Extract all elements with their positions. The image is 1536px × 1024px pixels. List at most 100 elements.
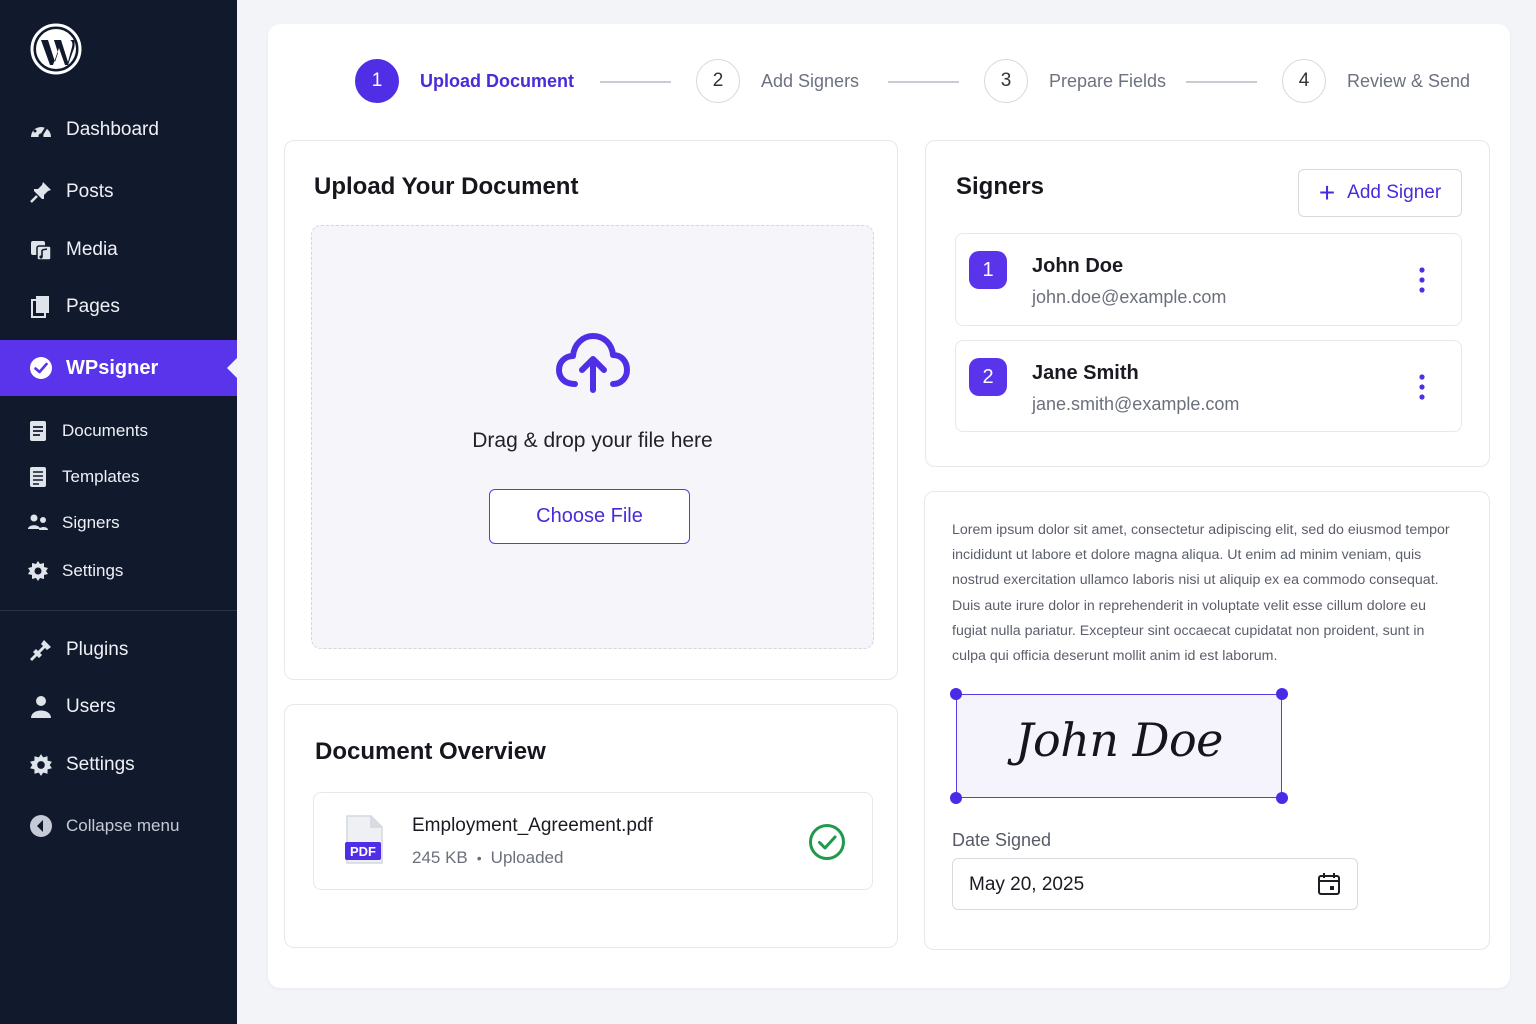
sidebar-divider	[0, 610, 237, 611]
sidebar-item-settings[interactable]: Settings	[0, 750, 237, 780]
step-connector	[1186, 81, 1257, 83]
sidebar-item-label: Plugins	[66, 639, 129, 660]
meta-separator: •	[476, 850, 482, 866]
document-overview-panel: Document Overview PDF Employment_Agreeme…	[284, 704, 898, 948]
collapse-icon	[28, 813, 54, 839]
sidebar-item-label: Media	[66, 239, 118, 260]
sidebar-item-posts[interactable]: Posts	[0, 177, 237, 207]
signature-field[interactable]: John Doe	[950, 688, 1288, 804]
pin-icon	[28, 179, 54, 205]
step-connector	[888, 81, 959, 83]
media-icon	[28, 237, 54, 263]
date-signed-field[interactable]: May 20, 2025	[952, 858, 1358, 910]
add-signer-label: Add Signer	[1347, 182, 1442, 203]
document-preview-panel: Lorem ipsum dolor sit amet, consectetur …	[924, 491, 1490, 950]
add-signer-button[interactable]: + Add Signer	[1298, 169, 1462, 217]
sidebar-item-pages[interactable]: Pages	[0, 292, 237, 322]
step-add-signers[interactable]: 2 Add Signers	[696, 59, 859, 103]
collapse-menu-button[interactable]: Collapse menu	[0, 811, 237, 841]
sidebar-item-users[interactable]: Users	[0, 692, 237, 722]
gear-icon	[28, 752, 54, 778]
users-group-icon	[27, 512, 49, 534]
step-label: Prepare Fields	[1049, 70, 1167, 91]
file-name: Employment_Agreement.pdf	[412, 815, 653, 836]
step-number: 1	[355, 59, 399, 103]
pdf-file-icon: PDF	[345, 815, 383, 864]
signer-name: Jane Smith	[1032, 362, 1139, 384]
plus-icon: +	[1318, 177, 1336, 208]
signer-item[interactable]: 1 John Doe john.doe@example.com	[955, 233, 1462, 326]
sidebar-subitem-templates[interactable]: Templates	[0, 464, 237, 490]
sidebar-item-label: WPsigner	[66, 356, 159, 379]
step-upload-document[interactable]: 1 Upload Document	[355, 59, 574, 103]
sidebar-item-media[interactable]: Media	[0, 235, 237, 265]
date-value: May 20, 2025	[969, 874, 1085, 895]
main-content: 1 Upload Document 2 Add Signers 3 Prepar…	[268, 24, 1510, 988]
upload-title: Upload Your Document	[314, 173, 579, 200]
file-item[interactable]: PDF Employment_Agreement.pdf 245 KB • Up…	[313, 792, 873, 890]
sidebar-item-label: Collapse menu	[66, 816, 180, 835]
sidebar-item-plugins[interactable]: Plugins	[0, 635, 237, 665]
wordpress-logo-icon[interactable]	[30, 23, 82, 75]
sidebar-item-label: Settings	[62, 561, 124, 580]
sidebar-item-label: Posts	[66, 181, 114, 202]
resize-handle[interactable]	[950, 792, 962, 804]
user-icon	[28, 694, 54, 720]
active-indicator	[227, 358, 237, 378]
step-review-send[interactable]: 4 Review & Send	[1282, 59, 1470, 103]
file-dropzone[interactable]: Drag & drop your file here Choose File	[311, 225, 874, 649]
sidebar-item-label: Documents	[62, 421, 148, 440]
signer-order-badge: 2	[969, 358, 1007, 396]
admin-sidebar: Dashboard Posts Media Pages WPsigner Doc…	[0, 0, 237, 1024]
sidebar-subitem-signers[interactable]: Signers	[0, 510, 237, 536]
step-label: Add Signers	[761, 70, 860, 91]
sidebar-item-label: Dashboard	[66, 119, 159, 140]
sidebar-subitem-settings[interactable]: Settings	[0, 558, 237, 584]
file-size: 245 KB	[412, 848, 468, 867]
step-label: Review & Send	[1347, 70, 1471, 91]
signer-order-badge: 1	[969, 251, 1007, 289]
plugin-icon	[28, 637, 54, 663]
signer-email: jane.smith@example.com	[1032, 394, 1240, 414]
signer-item[interactable]: 2 Jane Smith jane.smith@example.com	[955, 340, 1462, 432]
signers-panel: Signers + Add Signer 1 John Doe john.doe…	[925, 140, 1490, 467]
upload-panel: Upload Your Document Drag & drop your fi…	[284, 140, 898, 680]
more-options-icon[interactable]	[1412, 266, 1432, 296]
step-label: Upload Document	[420, 70, 575, 91]
gear-icon	[27, 560, 49, 582]
sidebar-item-label: Signers	[62, 513, 120, 532]
step-prepare-fields[interactable]: 3 Prepare Fields	[984, 59, 1166, 103]
step-number: 3	[984, 59, 1028, 103]
file-meta: 245 KB • Uploaded	[412, 848, 563, 868]
document-icon	[27, 420, 49, 442]
dashboard-icon	[28, 117, 54, 143]
more-options-icon[interactable]	[1412, 373, 1432, 403]
resize-handle[interactable]	[950, 688, 962, 700]
resize-handle[interactable]	[1276, 792, 1288, 804]
pages-icon	[28, 294, 54, 320]
file-status: Uploaded	[490, 848, 564, 867]
sidebar-item-label: Users	[66, 696, 116, 717]
check-circle-icon	[28, 355, 54, 381]
calendar-icon[interactable]	[1317, 872, 1341, 896]
step-number: 4	[1282, 59, 1326, 103]
overview-title: Document Overview	[315, 738, 546, 765]
step-connector	[600, 81, 671, 83]
signer-name: John Doe	[1032, 255, 1124, 277]
sidebar-item-dashboard[interactable]: Dashboard	[0, 115, 237, 145]
sidebar-subitem-documents[interactable]: Documents	[0, 418, 237, 444]
sidebar-item-label: Pages	[66, 296, 120, 317]
document-body-text: Lorem ipsum dolor sit amet, consectetur …	[952, 522, 1450, 665]
sidebar-item-label: Templates	[62, 467, 140, 486]
dropzone-text: Drag & drop your file here	[472, 429, 713, 452]
date-signed-label: Date Signed	[952, 830, 1052, 850]
sidebar-item-wpsigner[interactable]: WPsigner	[0, 340, 237, 396]
cloud-upload-icon	[556, 333, 630, 393]
pdf-badge-label: PDF	[350, 844, 376, 859]
resize-handle[interactable]	[1276, 688, 1288, 700]
signer-email: john.doe@example.com	[1032, 287, 1227, 307]
choose-file-button[interactable]: Choose File	[489, 489, 690, 544]
signature-text: John Doe	[1015, 713, 1223, 767]
step-number: 2	[696, 59, 740, 103]
check-circle-icon	[809, 824, 845, 860]
